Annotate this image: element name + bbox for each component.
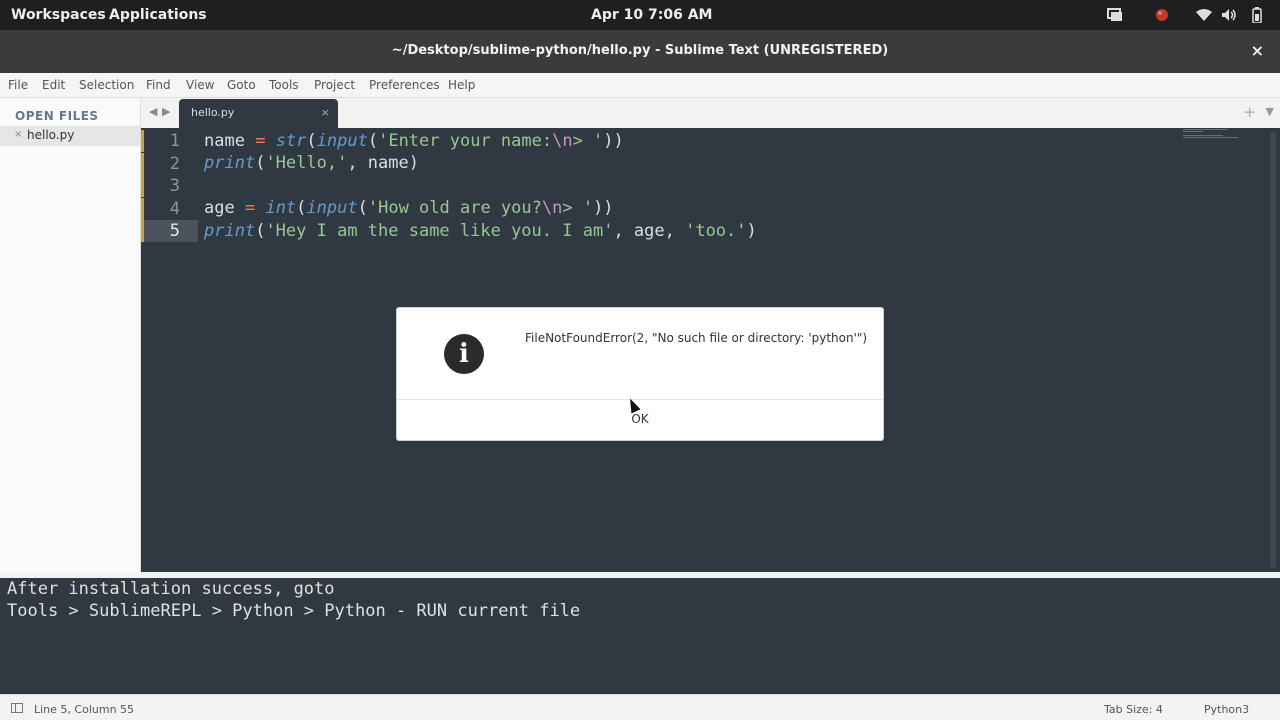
line-number: 4 [169,199,180,219]
tab-hello-py[interactable]: hello.py × [179,99,338,128]
tab-size-selector[interactable]: Tab Size: 4 [1104,703,1163,716]
menu-find[interactable]: Find [146,78,171,92]
sidebar: OPEN FILES × hello.py [0,98,141,572]
gutter-line: 4 [141,198,198,220]
code-line-1: name = str(input('Enter your name:\n> ')… [204,131,624,151]
line-number: 5 [169,221,180,241]
line-number: 2 [169,154,180,174]
menu-view[interactable]: View [186,78,214,92]
menu-tools[interactable]: Tools [269,78,299,92]
workspaces-menu[interactable]: Workspaces [11,7,106,23]
menu-project[interactable]: Project [314,78,355,92]
output-line: Tools > SublimeREPL > Python > Python - … [7,601,581,621]
gutter-line: 3 [141,175,198,197]
editor-scrollbar[interactable] [1270,132,1276,568]
menu-edit[interactable]: Edit [42,78,65,92]
gutter-line-current: 5 [141,220,198,242]
window-title: ~/Desktop/sublime-python/hello.py - Subl… [391,43,889,58]
minimap[interactable] [1183,129,1238,139]
tab-next-icon[interactable]: ▶ [162,105,170,118]
code-line-4: age = int(input('How old are you?\n> ')) [204,198,614,218]
tab-close-icon[interactable]: × [321,106,330,119]
output-panel[interactable]: After installation success, goto Tools >… [2,578,1278,694]
menu-help[interactable]: Help [448,78,475,92]
screen-share-icon[interactable] [1107,7,1123,23]
info-icon: i [444,334,484,374]
sidebar-item-hello-py[interactable]: × hello.py [0,126,140,146]
clock[interactable]: Apr 10 7:06 AM [591,7,712,23]
applications-menu[interactable]: Applications [109,7,207,23]
menu-selection[interactable]: Selection [79,78,134,92]
tab-prev-icon[interactable]: ◀ [149,105,157,118]
battery-icon[interactable] [1249,7,1265,23]
tab-list-chevron-down-icon[interactable]: ▼ [1266,105,1274,118]
tab-bar: ◀ ▶ hello.py × + ▼ [141,98,1280,128]
menu-preferences[interactable]: Preferences [369,78,440,92]
syntax-selector[interactable]: Python3 [1204,703,1249,716]
error-dialog: i FileNotFoundError(2, "No such file or … [396,307,884,441]
line-number: 3 [169,176,180,196]
wifi-icon[interactable] [1196,7,1212,23]
window-close-button[interactable]: × [1251,41,1264,60]
close-file-icon[interactable]: × [14,129,22,140]
system-top-bar: Workspaces Applications Apr 10 7:06 AM [0,0,1280,30]
menu-bar: File Edit Selection Find View Goto Tools… [0,73,1280,98]
status-bar: Line 5, Column 55 Tab Size: 4 Python3 [0,694,1280,720]
menu-file[interactable]: File [8,78,28,92]
output-line: After installation success, goto [7,579,335,599]
code-line-5: print('Hey I am the same like you. I am'… [204,221,757,241]
line-number: 1 [169,131,180,151]
tab-label: hello.py [191,106,235,119]
panel-toggle-icon[interactable] [11,703,23,713]
record-indicator-icon[interactable] [1154,7,1170,23]
cursor-position: Line 5, Column 55 [34,703,135,716]
open-files-header: OPEN FILES [15,109,99,123]
new-tab-button[interactable]: + [1243,103,1256,121]
sidebar-item-label: hello.py [27,128,75,142]
ok-button[interactable]: OK [397,400,883,440]
menu-goto[interactable]: Goto [227,78,256,92]
window-title-bar[interactable]: ~/Desktop/sublime-python/hello.py - Subl… [0,30,1280,73]
gutter-line: 2 [141,153,198,175]
dialog-message: FileNotFoundError(2, "No such file or di… [525,331,868,345]
code-line-2: print('Hello,', name) [204,153,419,173]
gutter-line: 1 [141,130,198,152]
volume-icon[interactable] [1221,7,1237,23]
